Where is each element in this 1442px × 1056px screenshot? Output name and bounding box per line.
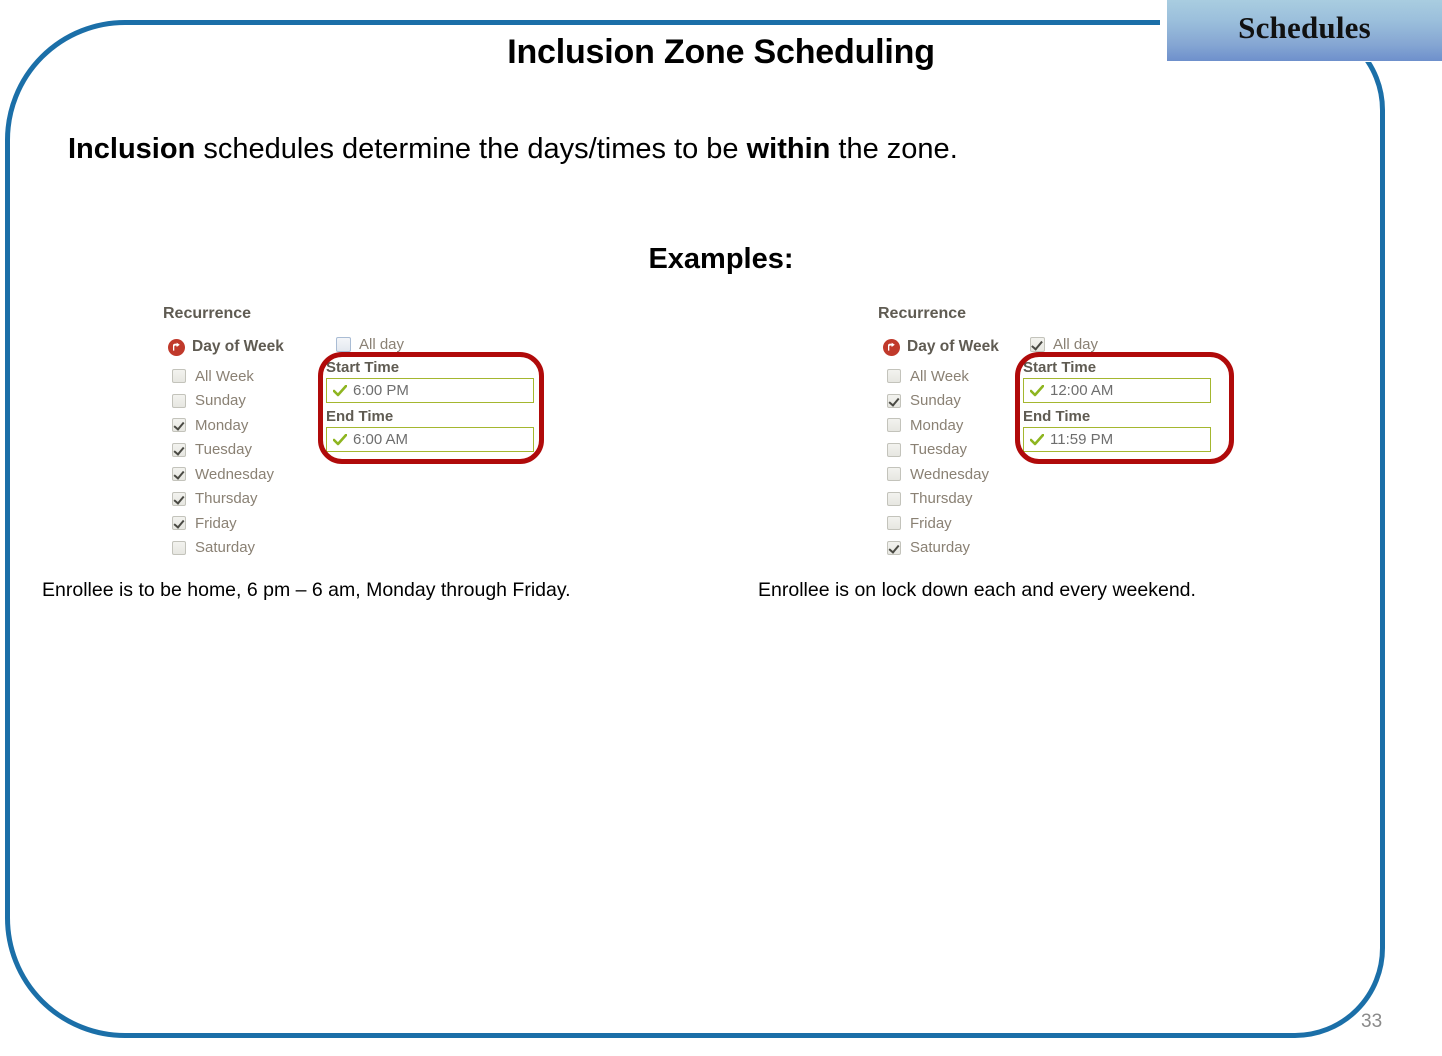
day-label-wednesday: Wednesday [195, 465, 274, 483]
checkbox-tuesday[interactable] [172, 442, 186, 457]
checkbox-all-week[interactable] [172, 369, 186, 384]
day-label-monday: Monday [910, 416, 964, 434]
day-label-sunday: Sunday [195, 392, 246, 410]
checkbox-sunday[interactable] [887, 393, 901, 408]
day-of-week-row: Day of Week [168, 338, 284, 356]
day-label-thursday: Thursday [195, 490, 258, 508]
checkbox-monday[interactable] [172, 418, 186, 433]
day-label-friday: Friday [910, 514, 952, 532]
checkbox-wednesday[interactable] [172, 467, 186, 482]
day-label-tuesday: Tuesday [910, 441, 967, 459]
day-of-week-row: Day of Week [883, 338, 999, 356]
checkbox-thursday[interactable] [172, 491, 186, 506]
example-caption-left: Enrollee is to be home, 6 pm – 6 am, Mon… [42, 579, 571, 601]
lead-bold-inclusion: Inclusion [68, 133, 196, 165]
end-time-caption: End Time [1023, 408, 1091, 425]
day-label-wednesday: Wednesday [910, 465, 989, 483]
all-day-row[interactable]: All day [336, 336, 404, 353]
lead-paragraph: Inclusion schedules determine the days/t… [68, 133, 958, 166]
all-day-row[interactable]: All day [1030, 336, 1098, 353]
page-number: 33 [1361, 1011, 1383, 1032]
checkbox-friday[interactable] [887, 516, 901, 531]
day-item-friday[interactable]: Friday [172, 511, 352, 536]
checkbox-saturday[interactable] [887, 540, 901, 555]
green-check-icon [1030, 384, 1044, 397]
day-item-thursday[interactable]: Thursday [887, 487, 1067, 512]
recurrence-panel-right: Recurrence Day of Week All Week Sunday M… [873, 300, 1293, 570]
all-day-label: All day [1053, 336, 1099, 353]
start-time-field[interactable]: 12:00 AM [1023, 378, 1211, 403]
recurrence-title: Recurrence [163, 305, 252, 322]
checkbox-tuesday[interactable] [887, 442, 901, 457]
checkbox-monday[interactable] [887, 418, 901, 433]
red-circle-arrow-icon [883, 338, 900, 356]
green-check-icon [1030, 433, 1044, 446]
slide-canvas: Schedules Inclusion Zone Scheduling Incl… [0, 0, 1442, 1056]
day-label-thursday: Thursday [910, 490, 973, 508]
page-title: Inclusion Zone Scheduling [507, 33, 935, 71]
day-of-week-label: Day of Week [192, 338, 284, 355]
start-time-caption: Start Time [326, 359, 400, 376]
end-time-value: 6:00 AM [353, 431, 409, 448]
day-label-all-week: All Week [195, 367, 254, 385]
day-item-monday[interactable]: Monday [172, 413, 352, 438]
example-caption-right: Enrollee is on lock down each and every … [758, 579, 1196, 601]
lead-bold-within: within [746, 133, 831, 165]
day-item-sunday[interactable]: Sunday [172, 389, 352, 414]
end-time-value: 11:59 PM [1050, 431, 1114, 448]
day-item-thursday[interactable]: Thursday [172, 487, 352, 512]
checkbox-friday[interactable] [172, 516, 186, 531]
checkbox-wednesday[interactable] [887, 467, 901, 482]
time-group: Start Time 6:00 PM End Time 6:00 AM [326, 357, 546, 455]
checkbox-sunday[interactable] [172, 393, 186, 408]
day-item-wednesday[interactable]: Wednesday [172, 462, 352, 487]
examples-heading: Examples: [648, 243, 794, 275]
checkbox-all-day[interactable] [336, 337, 351, 352]
start-time-value: 12:00 AM [1050, 382, 1114, 399]
day-item-tuesday[interactable]: Tuesday [172, 438, 352, 463]
recurrence-panel-left: Recurrence Day of Week All Week Sunday M… [158, 300, 578, 570]
red-circle-arrow-icon [168, 338, 185, 356]
day-item-all-week[interactable]: All Week [172, 364, 352, 389]
day-label-saturday: Saturday [195, 539, 256, 557]
day-item-saturday[interactable]: Saturday [887, 536, 1067, 561]
green-check-icon [333, 433, 347, 446]
day-of-week-label: Day of Week [907, 338, 999, 355]
day-item-friday[interactable]: Friday [887, 511, 1067, 536]
day-checkbox-list: All Week Sunday Monday Tuesday Wednesday… [172, 364, 352, 560]
end-time-field[interactable]: 6:00 AM [326, 427, 534, 452]
start-time-field[interactable]: 6:00 PM [326, 378, 534, 403]
checkbox-saturday[interactable] [172, 540, 186, 555]
day-label-monday: Monday [195, 416, 249, 434]
checkbox-all-week[interactable] [887, 369, 901, 384]
lead-middle-text: schedules determine the days/times to be [195, 133, 747, 165]
checkbox-all-day[interactable] [1030, 337, 1045, 352]
day-label-tuesday: Tuesday [195, 441, 252, 459]
start-time-caption: Start Time [1023, 359, 1097, 376]
day-item-saturday[interactable]: Saturday [172, 536, 352, 561]
end-time-caption: End Time [326, 408, 394, 425]
time-group: Start Time 12:00 AM End Time 11:59 PM [1023, 357, 1239, 455]
day-label-friday: Friday [195, 514, 237, 532]
recurrence-title: Recurrence [878, 305, 967, 322]
day-label-saturday: Saturday [910, 539, 971, 557]
day-label-sunday: Sunday [910, 392, 961, 410]
start-time-value: 6:00 PM [353, 382, 409, 399]
green-check-icon [333, 384, 347, 397]
checkbox-thursday[interactable] [887, 491, 901, 506]
day-label-all-week: All Week [910, 367, 969, 385]
end-time-field[interactable]: 11:59 PM [1023, 427, 1211, 452]
lead-suffix-text: the zone. [830, 133, 958, 165]
day-item-wednesday[interactable]: Wednesday [887, 462, 1067, 487]
all-day-label: All day [359, 336, 405, 353]
